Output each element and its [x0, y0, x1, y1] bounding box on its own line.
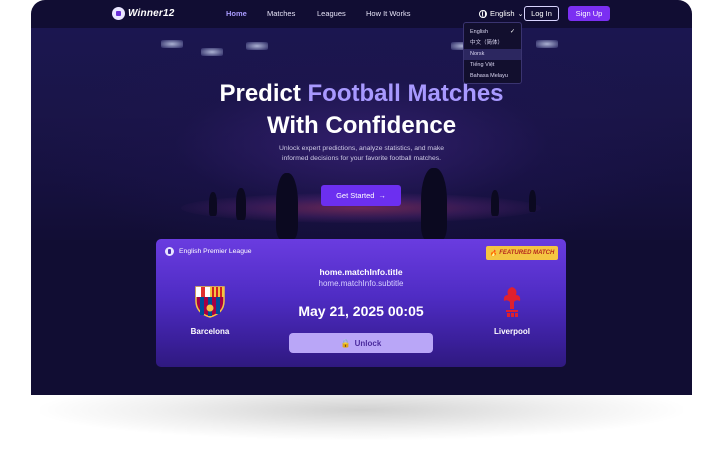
language-option-label: English	[470, 29, 489, 35]
liverpool-crest-icon	[503, 287, 521, 317]
unlock-label: Unlock	[354, 338, 382, 348]
league-label: English Premier League	[165, 247, 252, 256]
stadium-light	[161, 40, 183, 48]
check-icon: ✓	[509, 29, 515, 35]
language-selector[interactable]: English ⌄	[479, 9, 523, 18]
hero-title-accent: Football Matches	[307, 80, 504, 107]
hero-title-line2: With Confidence	[266, 112, 457, 139]
get-started-label: Get Started	[336, 191, 375, 200]
get-started-button[interactable]: Get Started →	[321, 185, 401, 206]
player-silhouette	[276, 173, 298, 239]
language-option-norsk[interactable]: Norsk	[464, 49, 521, 60]
hero-subtitle: Unlock expert predictions, analyze stati…	[278, 145, 445, 162]
signup-button[interactable]: Sign Up	[568, 6, 610, 21]
league-name: English Premier League	[179, 248, 252, 255]
language-option-malay[interactable]: Bahasa Melayu	[464, 71, 521, 82]
stadium-light	[246, 42, 268, 50]
unlock-button[interactable]: 🔒 Unlock	[289, 333, 433, 353]
stadium-light	[536, 40, 558, 48]
match-title: home.matchInfo.title	[319, 267, 403, 277]
nav-link-matches[interactable]: Matches	[267, 9, 295, 18]
lock-icon: 🔒	[340, 338, 351, 348]
hero-title-plain: Predict	[219, 80, 308, 107]
globe-icon	[479, 9, 487, 18]
logo-ball-icon	[112, 7, 125, 20]
login-button[interactable]: Log In	[524, 6, 559, 21]
player-silhouette	[209, 192, 217, 216]
stadium-light	[201, 48, 223, 56]
chevron-down-icon: ⌄	[517, 10, 524, 18]
language-label: English	[490, 9, 515, 18]
featured-badge: 🔥 FEATURED MATCH	[486, 246, 558, 260]
nav-link-home[interactable]: Home	[226, 9, 247, 18]
logo-text: Winner12	[128, 8, 175, 19]
player-silhouette	[529, 190, 536, 212]
logo[interactable]: Winner12	[112, 7, 175, 20]
nav-link-how-it-works[interactable]: How It Works	[366, 9, 410, 18]
hero-title: Predict Football Matches With Confidence	[31, 78, 692, 142]
nav-link-leagues[interactable]: Leagues	[317, 9, 346, 18]
fire-icon: 🔥	[489, 250, 498, 257]
top-nav: Winner12 Home Matches Leagues How It Wor…	[31, 0, 692, 28]
player-silhouette	[421, 168, 447, 240]
home-team-name: Barcelona	[190, 327, 230, 336]
featured-match-card[interactable]: English Premier League 🔥 FEATURED MATCH …	[156, 239, 566, 367]
player-silhouette	[236, 188, 246, 220]
language-option-english[interactable]: English ✓	[464, 27, 521, 38]
hero-section: Predict Football Matches With Confidence…	[31, 28, 692, 240]
language-option-chinese[interactable]: 中文（简体）	[464, 38, 521, 49]
app-window: Winner12 Home Matches Leagues How It Wor…	[31, 0, 692, 395]
away-team-name: Liverpool	[493, 327, 530, 336]
arrow-right-icon: →	[378, 191, 386, 200]
language-option-vietnamese[interactable]: Tiếng Việt	[464, 60, 521, 71]
player-silhouette	[491, 190, 499, 216]
featured-badge-label: FEATURED MATCH	[499, 250, 555, 256]
language-dropdown: English ✓ 中文（简体） Norsk Tiếng Việt Bahasa…	[463, 22, 522, 84]
league-icon	[165, 247, 174, 256]
